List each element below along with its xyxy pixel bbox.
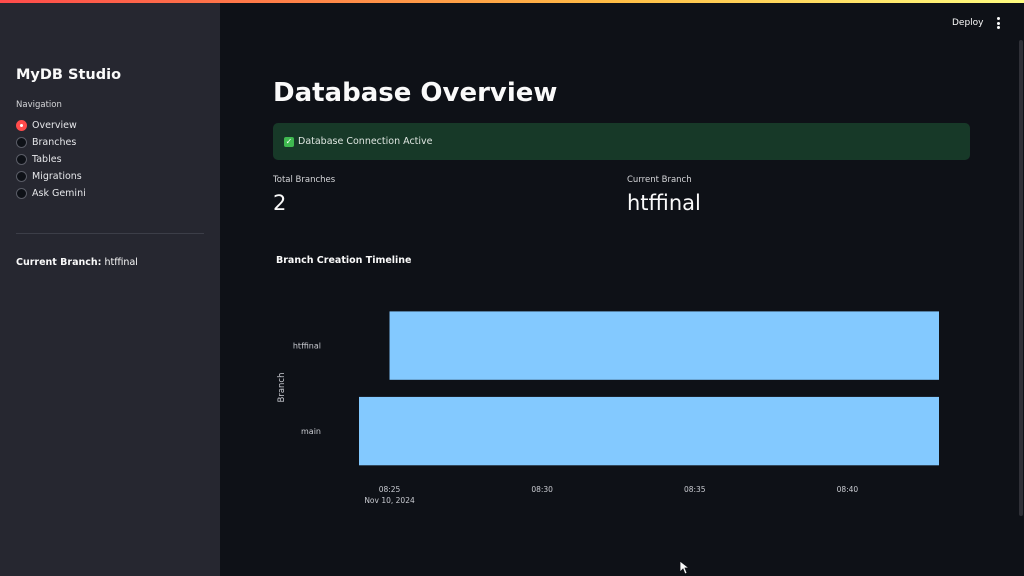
y-axis-label: Branch: [277, 373, 287, 403]
branch-timeline-chart: htffinal main Branch 08:25 Nov 10, 2024 08:30…: [277, 311, 939, 505]
nav-item-label: Tables: [32, 154, 62, 165]
sidebar-current-branch: Current Branch: htffinal: [16, 257, 138, 268]
metric-label: Current Branch: [627, 175, 692, 185]
radio-icon[interactable]: [16, 137, 27, 148]
y-tick-label: htffinal: [293, 342, 321, 351]
top-decoration-bar: [0, 0, 1024, 3]
x-tick-label: 08:30: [531, 485, 553, 494]
nav-item-migrations[interactable]: Migrations: [16, 168, 86, 185]
radio-icon[interactable]: [16, 188, 27, 199]
radio-selected-icon[interactable]: [16, 120, 27, 131]
current-branch-label: Current Branch:: [16, 257, 102, 268]
sidebar: MyDB Studio Navigation Overview Branches…: [0, 0, 220, 576]
nav-radio-group: Overview Branches Tables Migrations Ask …: [16, 117, 86, 202]
metric-label: Total Branches: [273, 175, 336, 185]
x-tick-sublabel: Nov 10, 2024: [364, 496, 415, 505]
scrollbar-thumb[interactable]: [1019, 40, 1023, 516]
kebab-menu-icon[interactable]: [992, 17, 1004, 31]
success-alert: ✓ Database Connection Active: [273, 123, 970, 160]
nav-item-ask-gemini[interactable]: Ask Gemini: [16, 185, 86, 202]
sidebar-divider: [16, 233, 204, 234]
nav-item-label: Overview: [32, 120, 77, 131]
nav-item-branches[interactable]: Branches: [16, 134, 86, 151]
x-tick-label: 08:35: [684, 485, 706, 494]
metric-value: htffinal: [627, 191, 701, 215]
radio-icon[interactable]: [16, 154, 27, 165]
metric-value: 2: [273, 191, 287, 215]
nav-item-overview[interactable]: Overview: [16, 117, 86, 134]
app-title: MyDB Studio: [16, 67, 122, 83]
nav-item-tables[interactable]: Tables: [16, 151, 86, 168]
radio-icon[interactable]: [16, 171, 27, 182]
metric-total-branches: Total Branches 2: [273, 175, 335, 215]
nav-item-label: Migrations: [32, 171, 82, 182]
y-tick-label: main: [301, 427, 321, 436]
alert-text: Database Connection Active: [298, 136, 433, 147]
timeline-bar-htffinal: [389, 311, 939, 380]
metric-current-branch: Current Branch htffinal: [627, 175, 701, 215]
x-tick-label: 08:25: [379, 485, 401, 494]
deploy-button[interactable]: Deploy: [952, 18, 984, 28]
check-icon: ✓: [284, 136, 294, 147]
page-title: Database Overview: [273, 78, 558, 108]
timeline-bar-main: [359, 396, 939, 466]
x-tick-label: 08:40: [837, 485, 859, 494]
nav-item-label: Branches: [32, 137, 77, 148]
nav-item-label: Ask Gemini: [32, 188, 86, 199]
mouse-cursor-icon: [679, 560, 691, 575]
current-branch-value: htffinal: [104, 257, 138, 268]
nav-label: Navigation: [16, 100, 62, 110]
